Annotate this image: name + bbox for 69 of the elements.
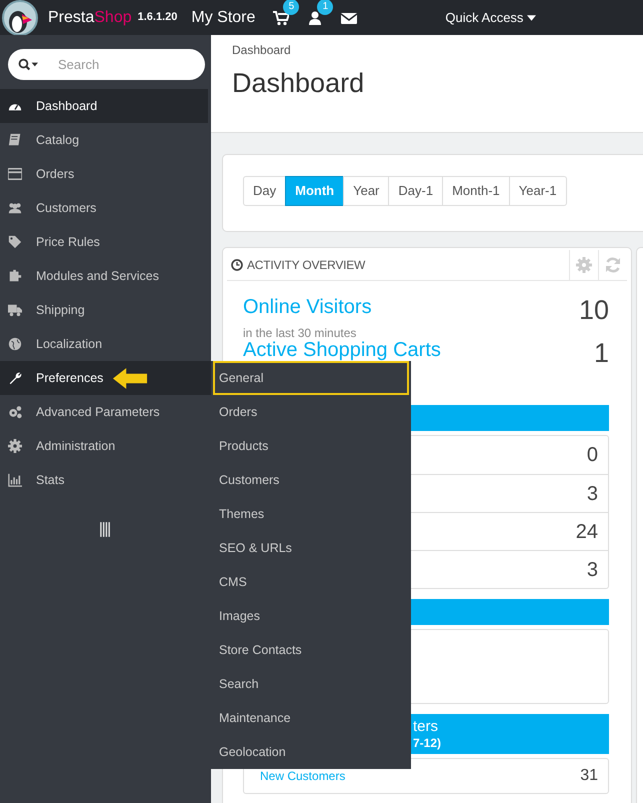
metric-value: 1 — [594, 340, 609, 367]
users-icon — [8, 201, 22, 215]
user-icon — [307, 10, 324, 26]
tag-icon — [8, 235, 22, 249]
globe-icon — [8, 337, 22, 351]
sidebar-item[interactable]: Price Rules — [0, 225, 211, 259]
count-badge: 1 — [317, 0, 334, 14]
submenu-item[interactable]: Products — [211, 429, 411, 463]
date-range-button[interactable]: Day — [243, 176, 286, 206]
settings-icon[interactable] — [576, 257, 592, 273]
clock-icon — [231, 259, 243, 271]
count-badge: 5 — [283, 0, 300, 14]
submenu-item[interactable]: Images — [211, 599, 411, 633]
date-range-button[interactable]: Year — [343, 176, 390, 206]
version-text: 1.6.1.20 — [138, 10, 178, 26]
gears-icon — [8, 405, 22, 419]
store-link[interactable]: My Store — [191, 6, 256, 30]
breadcrumb[interactable]: Dashboard — [232, 41, 643, 59]
sidebar-item[interactable]: Catalog — [0, 123, 211, 157]
stat-value: 3 — [586, 558, 598, 582]
sidebar-item[interactable]: Modules and Services — [0, 259, 211, 293]
date-range-button[interactable]: Day-1 — [388, 176, 444, 206]
metric-caption: in the last 30 minutes — [243, 325, 358, 342]
submenu-item[interactable]: Maintenance — [211, 701, 411, 735]
arrow-icon — [112, 366, 148, 390]
panel-title: ACTIVITY OVERVIEW — [247, 257, 366, 274]
sidebar-item[interactable]: Customers — [0, 191, 211, 225]
submenu-item[interactable]: Themes — [211, 497, 411, 531]
wrench-icon — [8, 371, 22, 385]
submenu-item[interactable]: Search — [211, 667, 411, 701]
sidebar-item[interactable]: Advanced Parameters — [0, 395, 211, 429]
submenu-item[interactable]: CMS — [211, 565, 411, 599]
sidebar-item[interactable]: Dashboard — [0, 89, 208, 123]
submenu-item[interactable]: General — [213, 361, 409, 395]
gear-icon — [8, 439, 22, 453]
sidebar-item[interactable]: Orders — [0, 157, 211, 191]
search-field[interactable]: Search — [8, 49, 205, 80]
submenu-item[interactable]: Orders — [211, 395, 411, 429]
stat-value: 24 — [576, 520, 598, 544]
search-icon — [18, 58, 38, 71]
sidebar-item[interactable]: Administration — [0, 429, 211, 463]
truck-icon — [8, 303, 22, 317]
section-title: ters — [413, 718, 440, 736]
credit-card-icon — [8, 167, 22, 181]
brand-name[interactable]: PrestaShop — [48, 6, 132, 30]
stat-value: 31 — [580, 766, 598, 786]
stat-value: 0 — [586, 443, 598, 468]
sidebar-item[interactable]: Stats — [0, 463, 211, 497]
cart-icon — [273, 10, 290, 26]
page-title: Dashboard — [232, 67, 366, 100]
puzzle-icon — [8, 269, 22, 283]
submenu-item[interactable]: Customers — [211, 463, 411, 497]
sidebar-item[interactable]: Shipping — [0, 293, 211, 327]
bar-chart-icon — [8, 473, 22, 487]
date-range-button[interactable]: Month-1 — [442, 176, 510, 206]
quick-access-menu[interactable]: Quick Access — [445, 8, 536, 28]
submenu-item[interactable]: Geolocation — [211, 735, 411, 769]
caret-icon — [527, 15, 536, 22]
stat-value: 3 — [586, 482, 598, 506]
book-icon — [8, 133, 22, 147]
collapse-icon — [100, 522, 111, 537]
sidebar-item[interactable]: Preferences — [0, 361, 211, 395]
submenu-item[interactable]: Store Contacts — [211, 633, 411, 667]
submenu-item[interactable]: SEO & URLs — [211, 531, 411, 565]
date-range-button[interactable]: Year-1 — [508, 176, 567, 206]
sidebar-item[interactable]: Localization — [0, 327, 211, 361]
section-title: 7-12) — [413, 736, 442, 750]
refresh-icon[interactable] — [605, 257, 621, 273]
metric-value: 10 — [578, 297, 609, 324]
